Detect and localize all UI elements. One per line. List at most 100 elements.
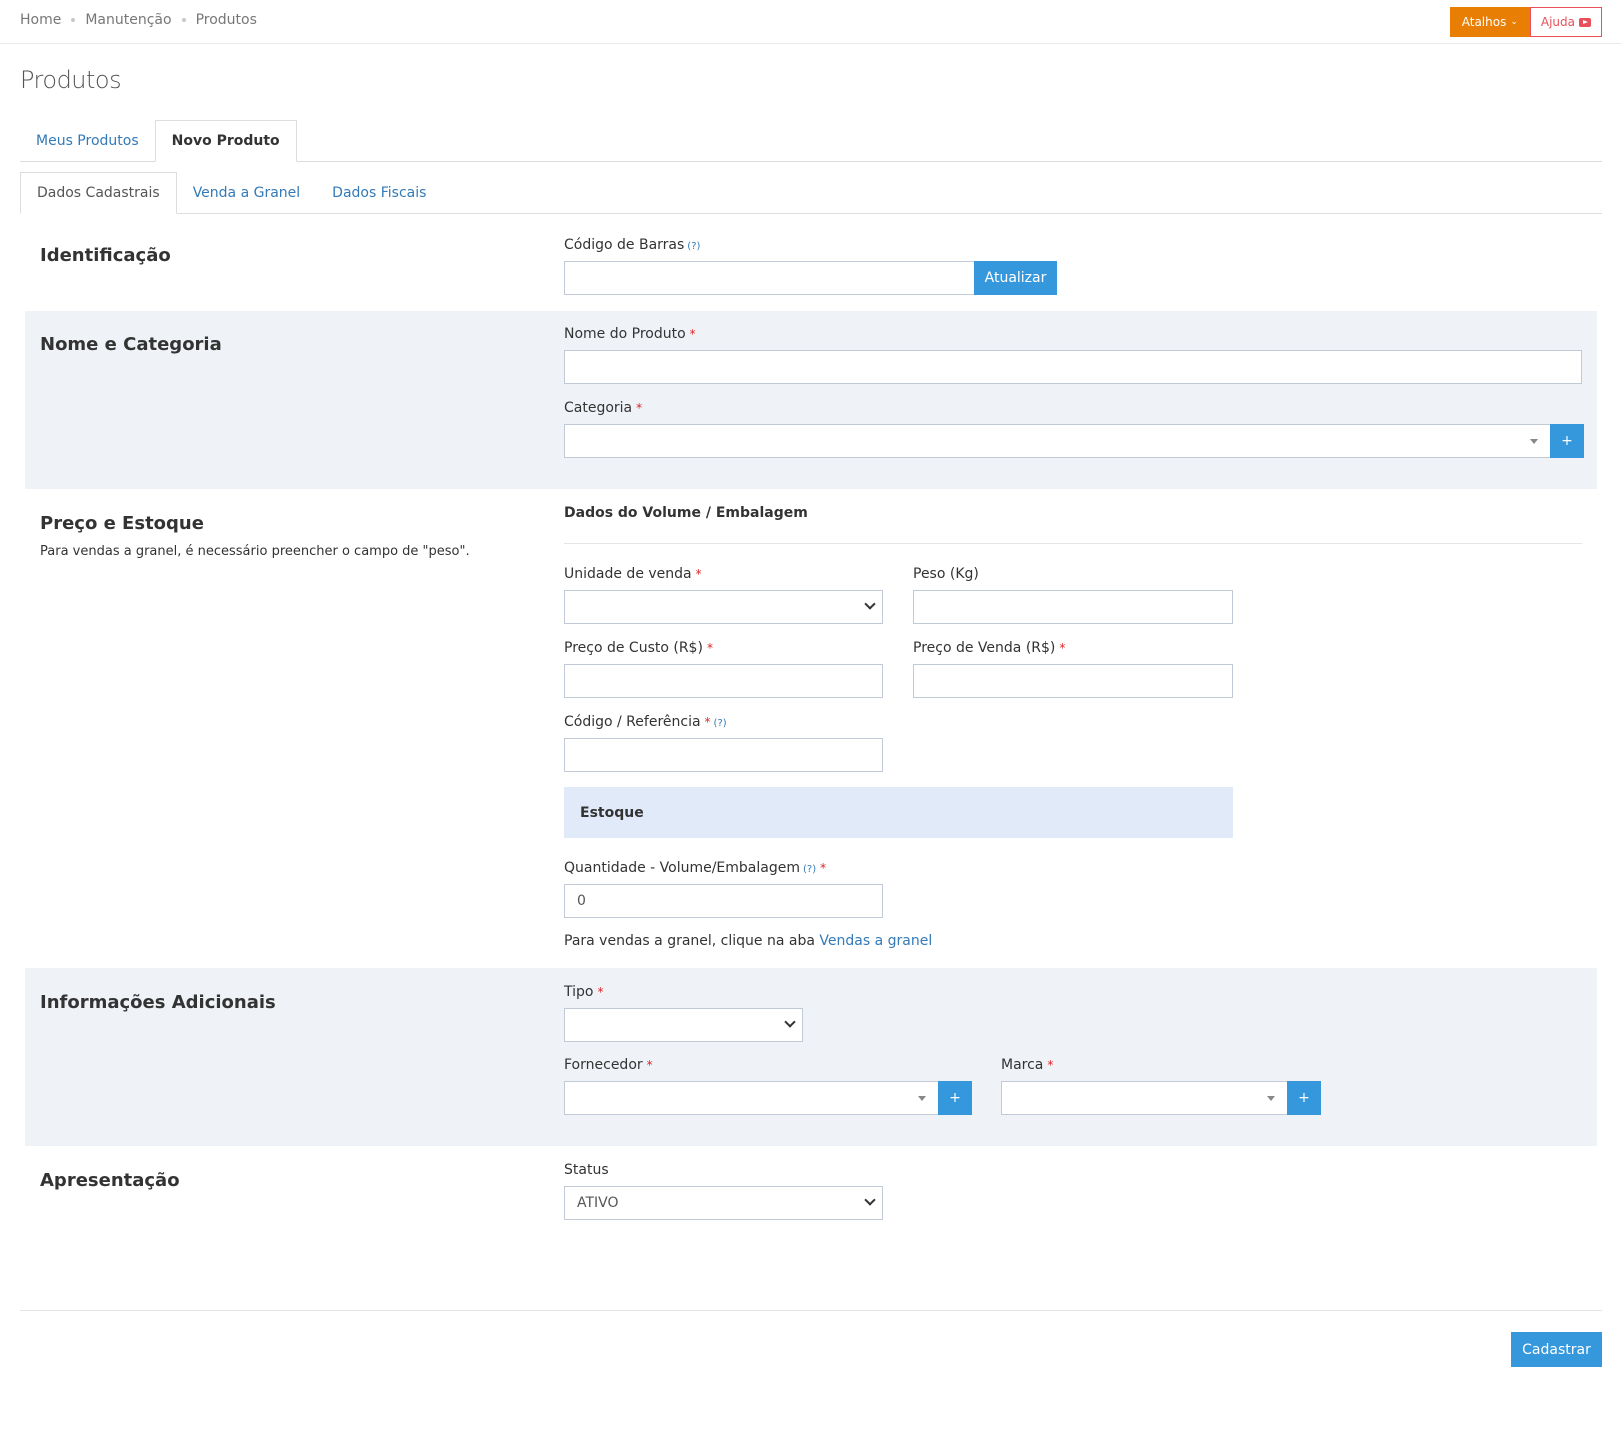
preco-venda-input[interactable] <box>913 664 1233 698</box>
section-title: Preço e Estoque <box>40 513 204 534</box>
codigo-referencia-label: Código / Referência * (?) <box>564 714 727 730</box>
granel-note-text: Para vendas a granel, clique na aba <box>564 933 815 949</box>
tab-venda-a-granel[interactable]: Venda a Granel <box>177 172 316 214</box>
page-title: Produtos <box>20 66 122 94</box>
preco-custo-label: Preço de Custo (R$) * <box>564 640 713 656</box>
codigo-referencia-label-text: Código / Referência <box>564 714 701 730</box>
required-mark: * <box>706 641 713 655</box>
vendas-granel-link[interactable]: Vendas a granel <box>819 933 932 949</box>
atalhos-button[interactable]: Atalhos ⌄ <box>1449 7 1530 37</box>
atalhos-label: Atalhos <box>1461 15 1507 29</box>
tipo-label-text: Tipo <box>564 984 594 1000</box>
required-mark: * <box>1047 1058 1054 1072</box>
caret-down-icon <box>1267 1096 1275 1101</box>
breadcrumb-separator <box>71 18 76 22</box>
quantidade-label: Quantidade - Volume/Embalagem (?) * <box>564 860 826 876</box>
peso-label: Peso (Kg) <box>913 566 979 582</box>
section-description: Para vendas a granel, é necessário preen… <box>40 544 470 559</box>
required-mark: * <box>646 1058 653 1072</box>
chevron-down-icon <box>784 1016 796 1028</box>
codigo-referencia-input[interactable] <box>564 738 883 772</box>
tab-novo-produto[interactable]: Novo Produto <box>154 120 297 162</box>
granel-note: Para vendas a granel, clique na aba Vend… <box>564 933 932 949</box>
marca-label-text: Marca <box>1001 1057 1044 1073</box>
required-mark: * <box>689 327 696 341</box>
add-marca-button[interactable]: + <box>1287 1081 1321 1115</box>
main-tabs: Meus Produtos Novo Produto <box>20 120 1602 162</box>
section-nome-categoria: Nome e Categoria Nome do Produto * Catego… <box>25 311 1597 489</box>
breadcrumb-manutencao[interactable]: Manutenção <box>85 12 171 28</box>
sub-tabs: Dados Cadastrais Venda a Granel Dados Fi… <box>20 172 1602 214</box>
breadcrumb-separator <box>181 18 186 22</box>
tab-dados-cadastrais[interactable]: Dados Cadastrais <box>20 172 177 214</box>
required-mark: * <box>597 985 604 999</box>
required-mark: * <box>695 567 702 581</box>
unidade-venda-select[interactable] <box>564 590 883 624</box>
help-icon[interactable]: (?) <box>803 864 816 875</box>
status-label: Status <box>564 1162 609 1178</box>
required-mark: * <box>636 401 643 415</box>
ajuda-button[interactable]: Ajuda <box>1529 7 1602 37</box>
fornecedor-label: Fornecedor * <box>564 1057 653 1073</box>
unidade-venda-label-text: Unidade de venda <box>564 566 692 582</box>
preco-venda-label: Preço de Venda (R$) * <box>913 640 1065 656</box>
add-categoria-button[interactable]: + <box>1550 424 1584 458</box>
nome-produto-label-text: Nome do Produto <box>564 326 686 342</box>
cadastrar-button[interactable]: Cadastrar <box>1511 1332 1602 1367</box>
breadcrumb: Home Manutenção Produtos <box>20 12 257 28</box>
caret-down-icon <box>918 1096 926 1101</box>
required-mark: * <box>704 715 711 729</box>
section-title: Nome e Categoria <box>40 334 222 355</box>
section-informacoes-adicionais: Informações Adicionais Tipo * Fornecedor *… <box>25 968 1597 1146</box>
volume-heading: Dados do Volume / Embalagem <box>564 505 808 521</box>
status-value: ATIVO <box>577 1195 619 1211</box>
top-bar: Home Manutenção Produtos Atalhos ⌄ Ajuda <box>0 0 1622 44</box>
fornecedor-label-text: Fornecedor <box>564 1057 643 1073</box>
nome-produto-label: Nome do Produto * <box>564 326 696 342</box>
status-select[interactable]: ATIVO <box>564 1186 883 1220</box>
section-title: Apresentação <box>40 1170 180 1191</box>
required-mark: * <box>820 861 827 875</box>
help-icon[interactable]: (?) <box>714 718 727 729</box>
fornecedor-select[interactable] <box>564 1081 939 1115</box>
caret-down-icon <box>1530 439 1538 444</box>
preco-custo-input[interactable] <box>564 664 883 698</box>
peso-input[interactable] <box>913 590 1233 624</box>
chevron-down-icon <box>864 1194 876 1206</box>
barcode-input[interactable] <box>564 261 975 295</box>
atualizar-button[interactable]: Atualizar <box>974 261 1057 295</box>
divider <box>564 543 1582 544</box>
add-fornecedor-button[interactable]: + <box>938 1081 972 1115</box>
tab-dados-fiscais[interactable]: Dados Fiscais <box>316 172 442 214</box>
footer-divider <box>20 1310 1602 1311</box>
estoque-heading: Estoque <box>564 787 1233 838</box>
preco-venda-label-text: Preço de Venda (R$) <box>913 640 1056 656</box>
help-icon[interactable]: (?) <box>687 241 700 252</box>
unidade-venda-label: Unidade de venda * <box>564 566 702 582</box>
section-apresentacao: Apresentação Status ATIVO <box>25 1146 1597 1256</box>
chevron-down-icon <box>864 598 876 610</box>
ajuda-label: Ajuda <box>1540 15 1575 29</box>
section-title: Identificação <box>40 245 171 266</box>
section-title: Informações Adicionais <box>40 992 276 1013</box>
chevron-down-icon: ⌄ <box>1510 17 1518 27</box>
preco-custo-label-text: Preço de Custo (R$) <box>564 640 703 656</box>
nome-produto-input[interactable] <box>564 350 1582 384</box>
marca-select[interactable] <box>1001 1081 1288 1115</box>
section-identificacao: Identificação Código de Barras (?) Atuali… <box>25 215 1597 311</box>
breadcrumb-produtos[interactable]: Produtos <box>196 12 257 28</box>
categoria-select[interactable] <box>564 424 1551 458</box>
breadcrumb-home[interactable]: Home <box>20 12 61 28</box>
tab-meus-produtos[interactable]: Meus Produtos <box>20 120 155 162</box>
marca-label: Marca * <box>1001 1057 1053 1073</box>
section-preco-estoque: Preço e Estoque Para vendas a granel, é … <box>25 489 1597 968</box>
categoria-label: Categoria * <box>564 400 642 416</box>
barcode-label: Código de Barras (?) <box>564 237 700 253</box>
top-actions: Atalhos ⌄ Ajuda <box>1449 7 1602 37</box>
quantidade-label-text: Quantidade - Volume/Embalagem <box>564 860 800 876</box>
barcode-label-text: Código de Barras <box>564 237 685 253</box>
quantidade-input[interactable]: 0 <box>564 884 883 918</box>
youtube-icon <box>1579 17 1591 27</box>
tipo-select[interactable] <box>564 1008 803 1042</box>
required-mark: * <box>1059 641 1066 655</box>
